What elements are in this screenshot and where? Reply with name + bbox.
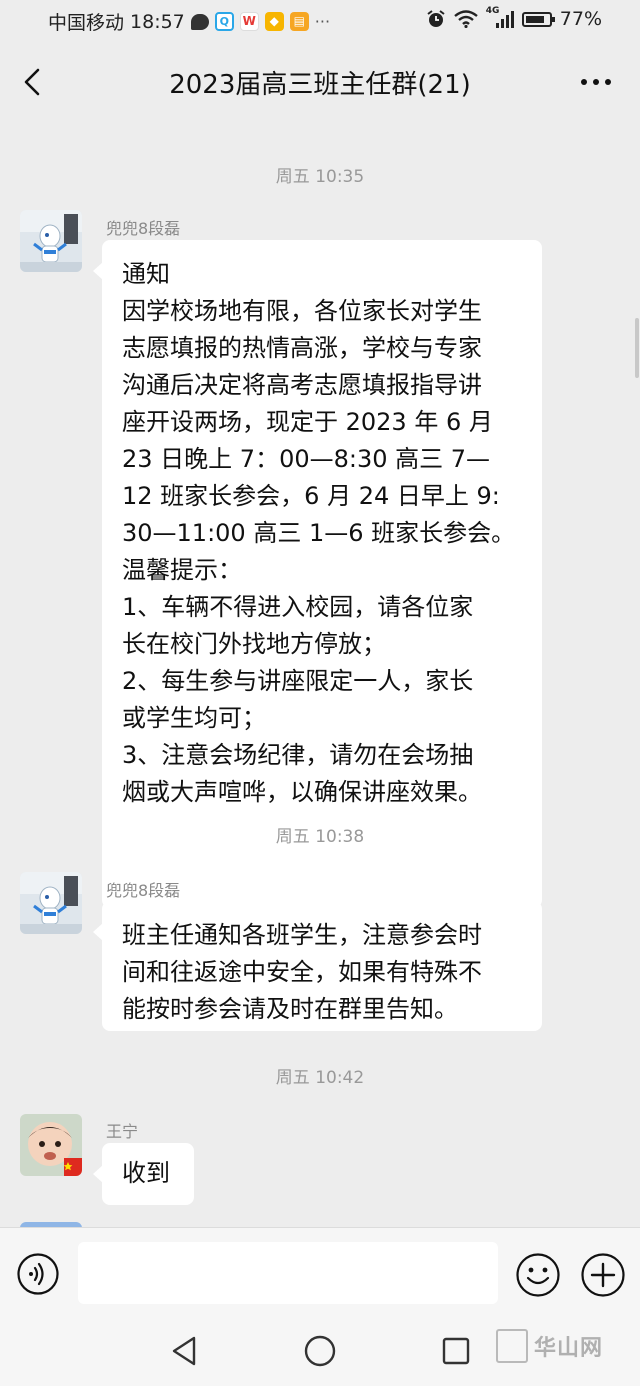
system-nav-bar: 华山网 bbox=[0, 1319, 640, 1386]
message-line: 沟通后决定将高考志愿填报指导讲 bbox=[122, 371, 482, 399]
avatar[interactable] bbox=[20, 210, 82, 272]
timestamp: 周五 10:38 bbox=[275, 827, 365, 847]
watermark: 华山网 bbox=[496, 1329, 603, 1363]
timestamp: 周五 10:42 bbox=[275, 1068, 365, 1088]
message-line: 烟或大声喧哗，以确保讲座效果。 bbox=[122, 778, 482, 806]
message-bubble[interactable]: 收到 bbox=[93, 1143, 194, 1205]
battery-percent: 77% bbox=[559, 8, 602, 30]
message-line: 长在校门外找地方停放； bbox=[122, 630, 386, 658]
battery-icon bbox=[521, 11, 555, 27]
notes-app-icon: ▤ bbox=[289, 12, 309, 31]
more-button[interactable] bbox=[574, 62, 618, 102]
network-label: 4G bbox=[485, 6, 500, 16]
status-bar: 中国移动 18:57 Q W ◆ ▤ ··· 4G 77% bbox=[0, 0, 640, 44]
timestamp: 周五 10:35 bbox=[275, 167, 365, 187]
nav-home-button[interactable] bbox=[302, 1333, 338, 1369]
message-line: 收到 bbox=[122, 1159, 170, 1187]
emoji-button[interactable] bbox=[515, 1252, 561, 1298]
sender-name: 兜兜8段磊 bbox=[106, 219, 181, 238]
message-line: 或学生均可； bbox=[122, 704, 266, 732]
message-icon bbox=[190, 13, 209, 30]
message-line: 12 班家长参会，6 月 24 日早上 9: bbox=[122, 482, 500, 510]
plus-icon bbox=[581, 1253, 625, 1297]
nav-recent-button[interactable] bbox=[440, 1333, 472, 1369]
more-dots-icon bbox=[581, 79, 611, 85]
avatar[interactable] bbox=[20, 1114, 82, 1176]
plus-button[interactable] bbox=[580, 1252, 626, 1298]
message-line: 能按时参会请及时在群里告知。 bbox=[122, 995, 458, 1023]
message-line: 3、注意会场纪律，请勿在会场抽 bbox=[122, 741, 474, 769]
watermark-text: 华山网 bbox=[534, 1336, 604, 1361]
sender-name: 兜兜8段磊 bbox=[106, 881, 181, 900]
signal-icon: 4G bbox=[486, 6, 514, 28]
page-title: 2023届高三班主任群(21) bbox=[169, 70, 471, 100]
message-line: 1、车辆不得进入校园，请各位家 bbox=[122, 593, 474, 621]
more-status-icon: ··· bbox=[314, 12, 331, 31]
alarm-icon bbox=[427, 10, 445, 27]
message-line: 座开设两场，现定于 2023 年 6 月 bbox=[122, 408, 493, 436]
message-line: 因学校场地有限，各位家长对学生 bbox=[122, 297, 482, 325]
message-line: 温馨提示： bbox=[122, 556, 242, 584]
status-right: 4G 77% bbox=[426, 6, 602, 30]
carrier-label: 中国移动 bbox=[48, 12, 125, 34]
watermark-logo-icon bbox=[496, 1329, 528, 1363]
scrollbar-thumb[interactable] bbox=[635, 318, 639, 378]
avatar[interactable] bbox=[20, 872, 82, 934]
message-line: 30—11:00 高三 1—6 班家长参会。 bbox=[122, 519, 516, 547]
message-line: 间和往返途中安全，如果有特殊不 bbox=[122, 958, 482, 986]
nav-back-icon bbox=[172, 1336, 196, 1366]
qq-icon: Q bbox=[214, 12, 234, 31]
message-line: 志愿填报的热情高涨，学校与专家 bbox=[122, 334, 482, 362]
nav-recent-icon bbox=[442, 1337, 470, 1365]
nav-back-button[interactable] bbox=[168, 1333, 202, 1369]
title-bar: 2023届高三班主任群(21) bbox=[0, 44, 640, 122]
emoji-icon bbox=[516, 1253, 560, 1297]
message-line: 23 日晚上 7：00—8:30 高三 7— bbox=[122, 445, 491, 473]
shield-app-icon: ◆ bbox=[264, 12, 284, 31]
sender-name: 王宁 bbox=[106, 1122, 139, 1141]
voice-icon bbox=[17, 1253, 59, 1295]
wifi-icon bbox=[454, 10, 478, 28]
message-line: 通知 bbox=[122, 260, 170, 288]
status-left: 中国移动 18:57 Q W ◆ ▤ ··· bbox=[48, 8, 330, 35]
nav-home-icon bbox=[304, 1335, 336, 1367]
message-bubble[interactable]: 班主任通知各班学生，注意参会时 间和往返途中安全，如果有特殊不 能按时参会请及时… bbox=[93, 901, 542, 1031]
input-bar bbox=[0, 1227, 640, 1320]
voice-button[interactable] bbox=[16, 1252, 60, 1296]
wps-icon: W bbox=[239, 12, 259, 31]
message-bubble[interactable]: 通知 因学校场地有限，各位家长对学生 志愿填报的热情高涨，学校与专家 沟通后决定… bbox=[93, 240, 542, 908]
message-input[interactable] bbox=[78, 1242, 498, 1304]
chat-area[interactable]: 周五 10:35 兜兜8段磊 通知 因学校场地有限，各位家长对学生 志愿填报的热… bbox=[0, 122, 640, 1227]
message-line: 2、每生参与讲座限定一人，家长 bbox=[122, 667, 474, 695]
message-line: 班主任通知各班学生，注意参会时 bbox=[122, 921, 482, 949]
clock: 18:57 bbox=[130, 10, 185, 33]
